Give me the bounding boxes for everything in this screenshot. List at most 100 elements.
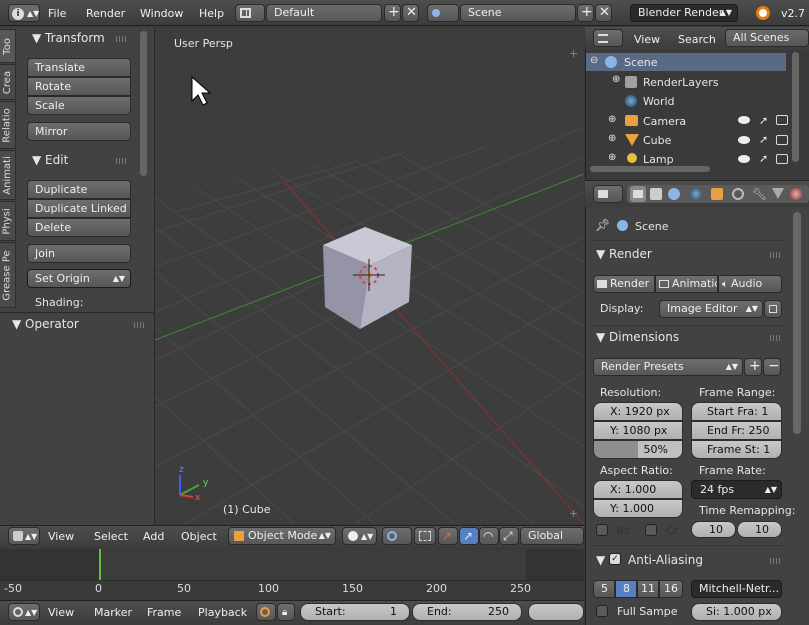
tab-physics[interactable]: Physi xyxy=(0,201,16,241)
tab-animation[interactable]: Animati xyxy=(0,150,16,200)
start-frame-prop-field[interactable]: Start Fra: 1 xyxy=(691,402,782,421)
remove-scene-button[interactable]: ✕ xyxy=(595,4,612,22)
outliner-menu-view[interactable]: View xyxy=(634,33,660,46)
time-remap-old-field[interactable]: 10 xyxy=(691,521,736,538)
outliner-item-camera[interactable]: Camera xyxy=(643,115,686,128)
modifiers-tab-icon[interactable]: 🔧︎ xyxy=(752,187,767,201)
view3d-menu-view[interactable]: View xyxy=(48,530,74,543)
pivot-point-select[interactable] xyxy=(382,527,412,545)
screen-layout-field[interactable]: Default xyxy=(266,4,382,22)
manipulator-scale-button[interactable]: ⤢ xyxy=(499,527,519,545)
translate-button[interactable]: Translate xyxy=(27,58,131,77)
delete-button[interactable]: Delete xyxy=(27,218,131,237)
current-frame-field[interactable] xyxy=(528,603,584,621)
manipulator-toggle[interactable] xyxy=(414,527,436,545)
eye-icon[interactable] xyxy=(738,155,750,163)
scene-tab-icon[interactable] xyxy=(668,188,680,200)
aa-samples-11[interactable]: 11 xyxy=(637,580,659,598)
collapse-icon[interactable]: ⊖ xyxy=(590,55,598,66)
full-sample-checkbox[interactable] xyxy=(596,605,608,617)
panel-grip-icon[interactable] xyxy=(770,252,782,258)
tab-tools[interactable]: Too xyxy=(0,29,16,63)
render-animation-button[interactable]: Animatio xyxy=(655,275,718,293)
add-layout-button[interactable]: + xyxy=(384,4,401,22)
menu-window[interactable]: Window xyxy=(140,7,183,20)
timeline-menu-frame[interactable]: Frame xyxy=(147,606,181,619)
resolution-percentage-slider[interactable]: 50% xyxy=(593,440,683,459)
scene-icon-button[interactable] xyxy=(427,4,459,22)
editor-type-button[interactable]: ▲▼ xyxy=(8,527,40,545)
add-region-plus[interactable]: + xyxy=(569,47,578,60)
scene-field[interactable]: Scene xyxy=(460,4,576,22)
menu-render[interactable]: Render xyxy=(86,7,125,20)
properties-scrollbar[interactable] xyxy=(793,212,801,434)
display-lock-button[interactable] xyxy=(764,300,782,318)
manipulator-rotate-button[interactable]: ◠ xyxy=(479,527,499,545)
select-arrow-icon[interactable]: ➚ xyxy=(759,152,768,165)
resolution-y-field[interactable]: Y: 1080 px xyxy=(593,421,683,440)
preview-range-toggle[interactable] xyxy=(256,603,276,621)
frame-step-field[interactable]: Frame St: 1 xyxy=(691,440,782,459)
duplicate-button[interactable]: Duplicate xyxy=(27,180,131,199)
menu-file[interactable]: File xyxy=(48,7,66,20)
transform-orientation-select[interactable]: Global xyxy=(520,527,584,545)
view3d-menu-object[interactable]: Object xyxy=(181,530,217,543)
outliner-item-lamp[interactable]: Lamp xyxy=(643,153,674,166)
render-camera-icon[interactable] xyxy=(776,115,788,125)
pin-icon[interactable]: 📌︎ xyxy=(595,218,610,232)
render-audio-button[interactable]: 🔈︎ Audio xyxy=(718,275,782,293)
panel-grip-icon[interactable] xyxy=(116,36,128,42)
time-remap-new-field[interactable]: 10 xyxy=(737,521,782,538)
panel-grip-icon[interactable] xyxy=(770,335,782,341)
current-frame-marker[interactable] xyxy=(99,549,101,580)
expand-icon[interactable]: ⊕ xyxy=(608,133,616,144)
render-camera-icon[interactable] xyxy=(776,135,788,145)
screen-layout-icon-button[interactable] xyxy=(235,4,265,22)
mode-select[interactable]: Object Mode ▲▼ xyxy=(228,527,336,545)
select-arrow-icon[interactable]: ➚ xyxy=(759,133,768,146)
cube-object[interactable] xyxy=(323,227,412,329)
anti-aliasing-checkbox[interactable]: ✓ xyxy=(609,553,621,565)
viewport-3d[interactable]: User Persp z y x (1) Cube + + xyxy=(155,27,584,524)
render-engine-select[interactable]: Blender Render ▲▼ xyxy=(630,4,738,22)
aa-samples-16[interactable]: 16 xyxy=(659,580,683,598)
view3d-menu-add[interactable]: Add xyxy=(143,530,164,543)
aspect-y-field[interactable]: Y: 1.000 xyxy=(593,499,683,518)
timeline-menu-playback[interactable]: Playback xyxy=(198,606,247,619)
aspect-x-field[interactable]: X: 1.000 xyxy=(593,480,683,499)
world-tab-icon[interactable] xyxy=(690,188,702,200)
select-arrow-icon[interactable]: ➚ xyxy=(759,114,768,127)
constraints-tab-icon[interactable] xyxy=(732,188,744,200)
add-region-plus[interactable]: + xyxy=(569,507,578,520)
outliner-scrollbar[interactable] xyxy=(792,52,799,162)
outliner-editor-type-button[interactable] xyxy=(593,29,623,47)
lock-range-toggle[interactable]: 🔒︎ xyxy=(277,603,295,621)
operator-panel-header[interactable]: ▼ Operator xyxy=(12,317,79,331)
add-scene-button[interactable]: + xyxy=(577,4,594,22)
join-button[interactable]: Join xyxy=(27,244,131,263)
tab-grease-pencil[interactable]: Grease Pe xyxy=(0,242,16,308)
set-origin-select[interactable]: Set Origin ▲▼ xyxy=(27,269,131,288)
render-tab-icon[interactable] xyxy=(630,186,646,202)
filter-size-field[interactable]: Si: 1.000 px xyxy=(691,603,782,621)
render-presets-select[interactable]: Render Presets ▲▼ xyxy=(593,358,743,376)
outliner-filter-select[interactable]: All Scenes xyxy=(725,29,809,47)
outliner-menu-search[interactable]: Search xyxy=(678,33,716,46)
remove-preset-button[interactable]: − xyxy=(763,358,781,376)
outliner-hscrollbar[interactable] xyxy=(590,166,710,172)
border-checkbox[interactable] xyxy=(596,524,608,536)
expand-icon[interactable]: ⊕ xyxy=(608,152,616,163)
resolution-x-field[interactable]: X: 1920 px xyxy=(593,402,683,421)
edit-panel-header[interactable]: ▼ Edit xyxy=(32,153,68,167)
outliner-item-world[interactable]: World xyxy=(643,95,675,108)
dimensions-panel-header[interactable]: ▼ Dimensions xyxy=(596,330,679,344)
timeline-editor-type-button[interactable]: ▲▼ xyxy=(8,603,40,621)
crop-checkbox[interactable] xyxy=(645,524,657,536)
tab-relations[interactable]: Relatio xyxy=(0,101,16,149)
render-camera-icon[interactable] xyxy=(776,154,788,164)
display-select[interactable]: Image Editor ▲▼ xyxy=(659,300,763,318)
transform-panel-header[interactable]: ▼ Transform xyxy=(32,31,105,45)
panel-grip-icon[interactable] xyxy=(770,558,782,564)
eye-icon[interactable] xyxy=(738,116,750,124)
tab-create[interactable]: Crea xyxy=(0,64,16,100)
